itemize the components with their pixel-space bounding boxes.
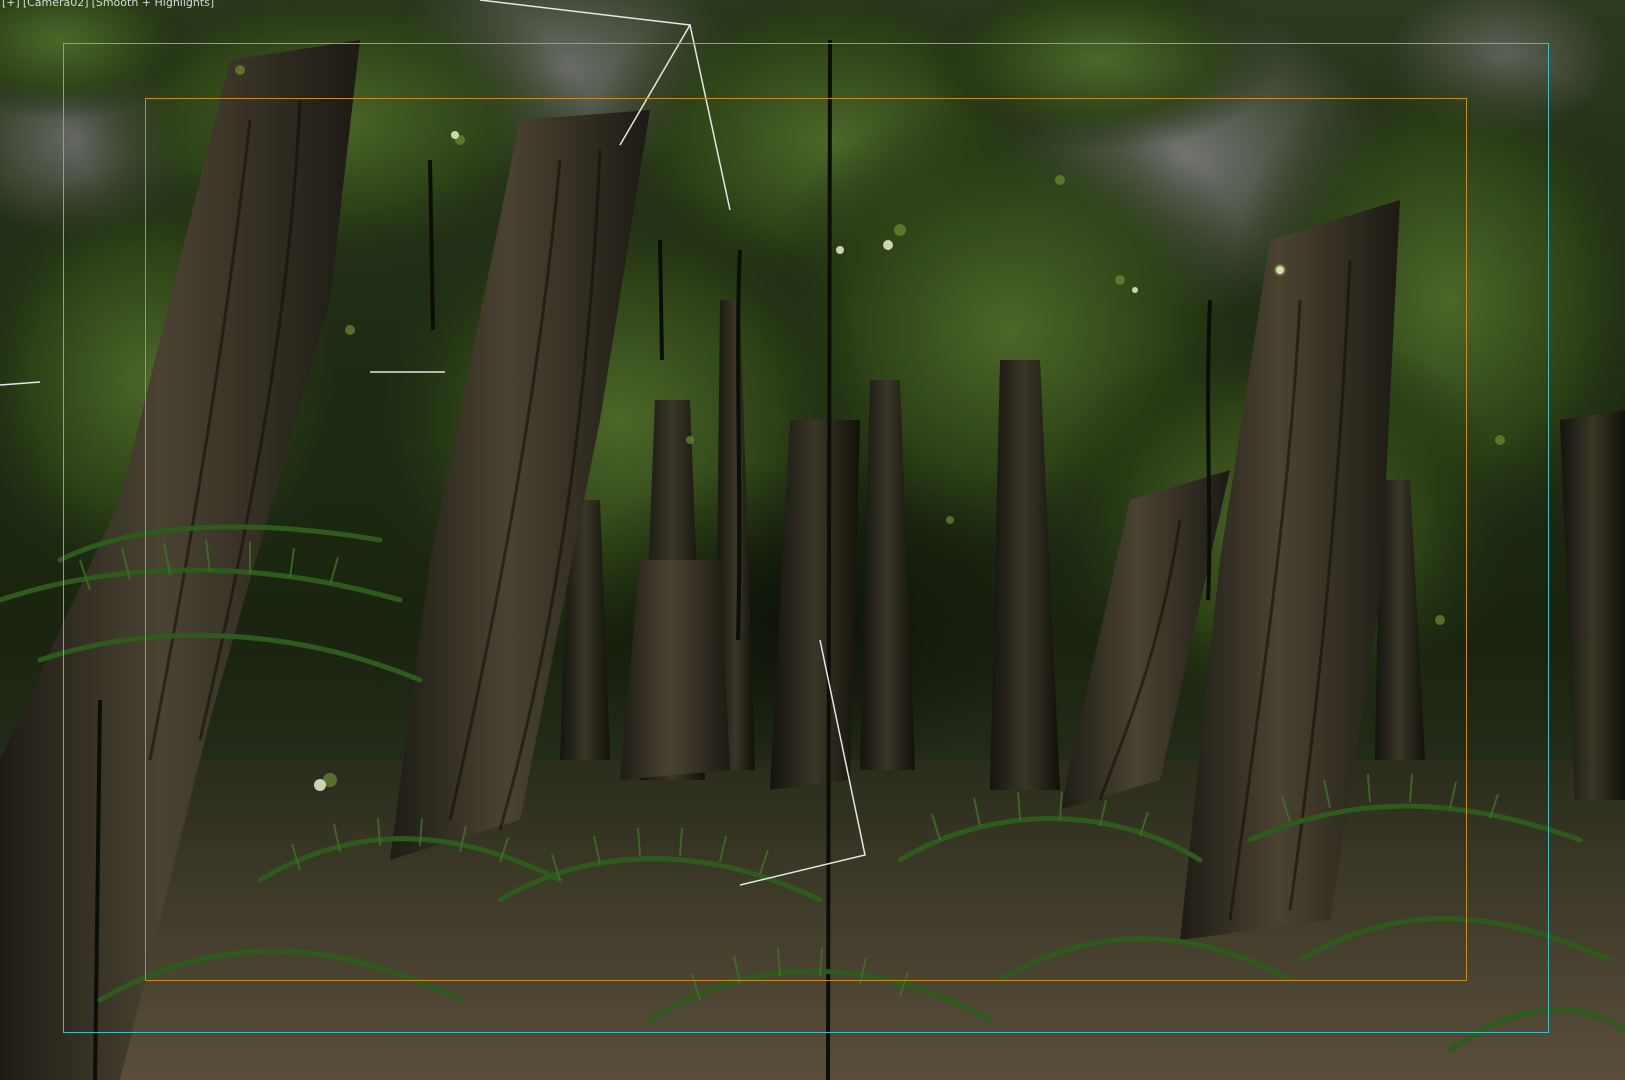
- trunk-far-right: [1560, 410, 1625, 800]
- jungle-scene-render: [0, 0, 1625, 1080]
- viewport-shading-mode[interactable]: [Smooth + Highlights]: [92, 0, 215, 9]
- camera-viewport[interactable]: [+] [Camera02] [Smooth + Highlights]: [0, 0, 1625, 1080]
- viewport-menu-plus[interactable]: [+]: [2, 0, 20, 9]
- viewport-camera-name[interactable]: [Camera02]: [23, 0, 89, 9]
- viewport-label[interactable]: [+] [Camera02] [Smooth + Highlights]: [2, 0, 217, 10]
